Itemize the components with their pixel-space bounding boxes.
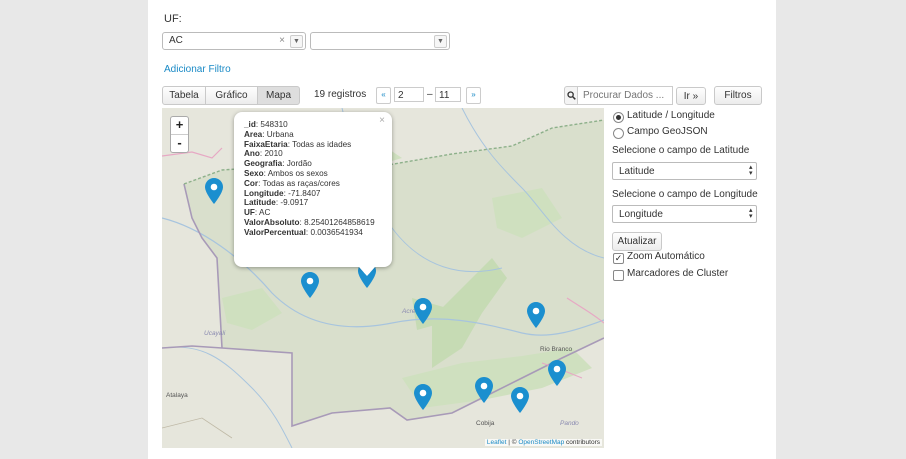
- map-marker-icon[interactable]: [414, 384, 432, 410]
- add-filter-link[interactable]: Adicionar Filtro: [164, 64, 231, 75]
- uf-select[interactable]: AC × ▼: [162, 32, 306, 50]
- osm-link[interactable]: OpenStreetMap: [518, 439, 564, 446]
- map-label-ucayali: Ucayali: [204, 330, 226, 337]
- pager-dash: –: [427, 89, 433, 100]
- map-marker-icon[interactable]: [414, 298, 432, 324]
- lon-field-label: Selecione o campo de Longitude: [612, 189, 758, 200]
- map-label-atalaya: Atalaya: [166, 392, 188, 399]
- popup-row: ValorAbsoluto: 8.25401264858619: [244, 217, 375, 227]
- filter-value-select[interactable]: ▼: [310, 32, 450, 50]
- chevron-down-icon[interactable]: ▼: [290, 35, 303, 48]
- map-marker-icon[interactable]: [511, 387, 529, 413]
- pager-prev-button[interactable]: «: [376, 87, 391, 104]
- lat-field-value: Latitude: [619, 166, 655, 177]
- map-attribution: Leaflet | © OpenStreetMap contributors: [484, 439, 602, 446]
- map-view[interactable]: + - Acre Ucayali Rio Branco Atalaya Cobi…: [162, 108, 604, 448]
- map-label-rio-branco: Rio Branco: [540, 346, 573, 353]
- auto-zoom-checkbox[interactable]: ✓: [613, 253, 624, 264]
- map-label-acre: Acre: [402, 308, 416, 315]
- chevron-down-icon[interactable]: ▼: [434, 35, 447, 48]
- lon-field-select[interactable]: Longitude ▴ ▾: [612, 205, 757, 223]
- cluster-label: Marcadores de Cluster: [627, 268, 729, 279]
- update-button[interactable]: Atualizar: [612, 232, 662, 251]
- popup-row: Ano: 2010: [244, 149, 283, 159]
- popup-tip: [359, 267, 375, 276]
- map-label-pando: Pando: [560, 420, 579, 427]
- left-margin: [0, 0, 148, 459]
- pager-next-button[interactable]: »: [466, 87, 481, 104]
- select-arrows-icon: ▴ ▾: [749, 164, 753, 177]
- clear-icon[interactable]: ×: [279, 33, 285, 49]
- pager-to-input[interactable]: 11: [435, 87, 461, 102]
- popup-row: Sexo: Ambos os sexos: [244, 168, 328, 178]
- popup-row: FaixaEtaria: Todas as idades: [244, 139, 352, 149]
- records-count: 19 registros: [314, 89, 367, 100]
- map-marker-icon[interactable]: [548, 360, 566, 386]
- uf-label: UF:: [164, 13, 182, 25]
- cluster-checkbox[interactable]: [613, 270, 624, 281]
- close-icon[interactable]: ×: [379, 116, 385, 126]
- filters-button[interactable]: Filtros: [714, 86, 762, 105]
- tab-tabela[interactable]: Tabela: [162, 86, 206, 105]
- search-icon[interactable]: [564, 86, 578, 105]
- go-button[interactable]: Ir »: [676, 87, 706, 105]
- uf-select-value: AC: [169, 35, 183, 46]
- tab-mapa[interactable]: Mapa: [257, 86, 300, 105]
- popup-row: UF: AC: [244, 208, 271, 218]
- popup-row: Longitude: -71.8407: [244, 188, 321, 198]
- map-marker-icon[interactable]: [527, 302, 545, 328]
- marker-popup: × _id: 548310 Area: Urbana FaixaEtaria: …: [234, 112, 392, 276]
- search-input[interactable]: [577, 86, 673, 105]
- lon-field-value: Longitude: [619, 209, 663, 220]
- popup-row: Latitude: -9.0917: [244, 198, 309, 208]
- zoom-control: + -: [170, 116, 189, 153]
- radio-latlon-label: Latitude / Longitude: [627, 110, 715, 121]
- radio-latlon[interactable]: [613, 112, 624, 123]
- popup-row: Cor: Todas as raças/cores: [244, 178, 340, 188]
- map-marker-icon[interactable]: [475, 377, 493, 403]
- popup-row: Geografia: Jordão: [244, 159, 312, 169]
- map-marker-icon[interactable]: [301, 272, 319, 298]
- pager-from-input[interactable]: 2: [394, 87, 424, 102]
- radio-geojson-label: Campo GeoJSON: [627, 126, 708, 137]
- zoom-out-button[interactable]: -: [171, 135, 188, 152]
- map-label-cobija: Cobija: [476, 420, 495, 427]
- radio-geojson[interactable]: [613, 128, 624, 139]
- lat-field-select[interactable]: Latitude ▴ ▾: [612, 162, 757, 180]
- main-content: UF: AC × ▼ ▼ Adicionar Filtro Tabela Grá…: [148, 0, 776, 459]
- map-marker-icon[interactable]: [205, 178, 223, 204]
- popup-row: ValorPercentual: 0.0036541934: [244, 227, 363, 237]
- tab-grafico[interactable]: Gráfico: [205, 86, 258, 105]
- popup-row: _id: 548310: [244, 120, 288, 129]
- popup-row: Area: Urbana: [244, 129, 294, 139]
- popup-content: _id: 548310 Area: Urbana FaixaEtaria: To…: [244, 120, 382, 238]
- select-arrows-icon: ▴ ▾: [749, 207, 753, 220]
- zoom-in-button[interactable]: +: [171, 117, 188, 135]
- right-margin: [776, 0, 906, 459]
- auto-zoom-label: Zoom Automático: [627, 251, 705, 262]
- leaflet-link[interactable]: Leaflet: [487, 439, 507, 446]
- lat-field-label: Selecione o campo de Latitude: [612, 145, 750, 156]
